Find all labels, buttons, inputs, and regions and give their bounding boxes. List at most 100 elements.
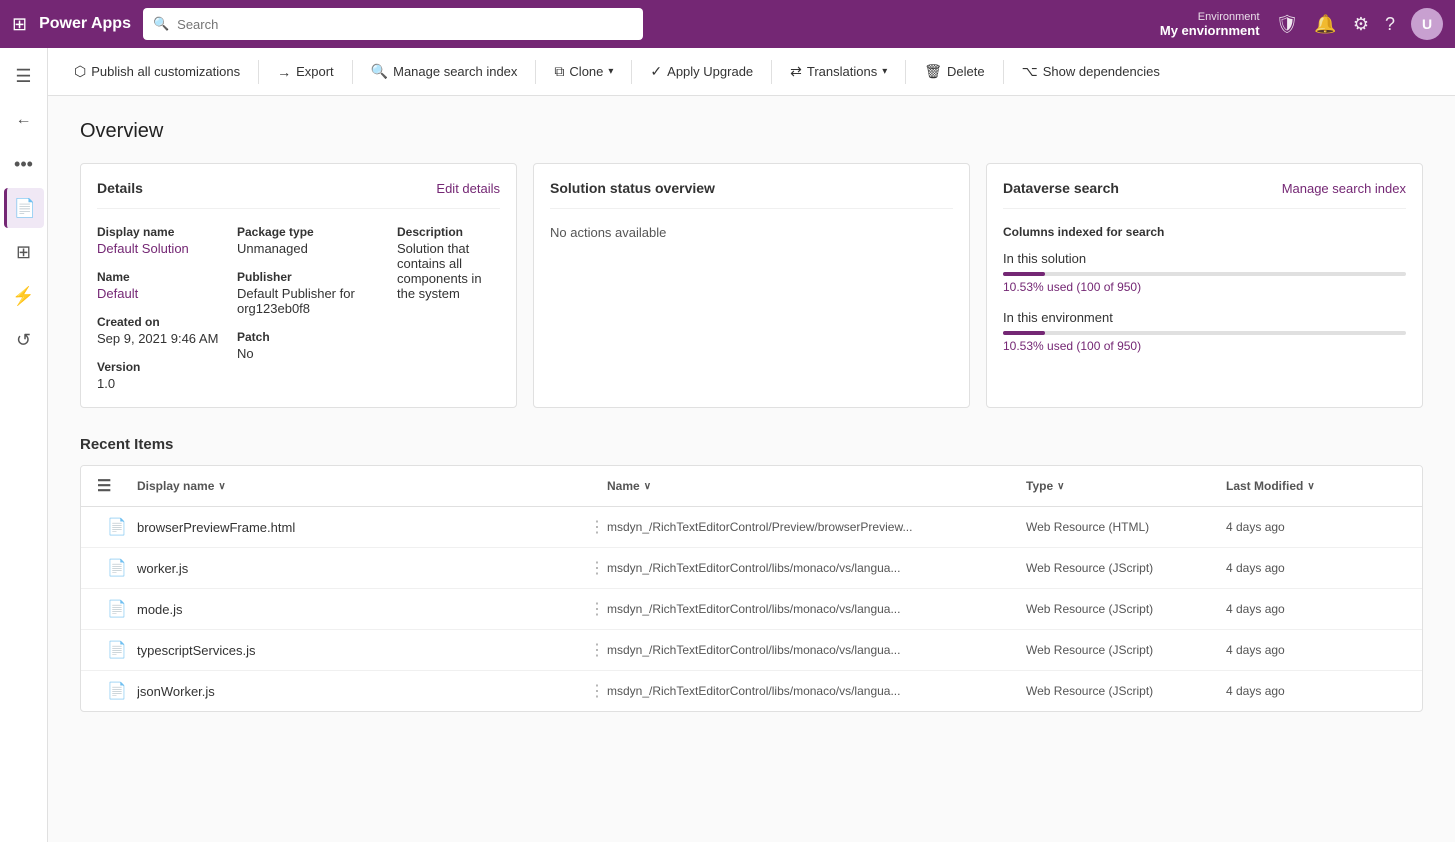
show-dependencies-button[interactable]: ⌥ Show dependencies xyxy=(1012,57,1170,86)
row-name: msdyn_/RichTextEditorControl/libs/monaco… xyxy=(607,643,1026,657)
publisher-label: Publisher xyxy=(237,270,397,284)
dataverse-search-title: Dataverse search xyxy=(1003,180,1119,196)
toolbar-separator-1 xyxy=(258,60,259,84)
created-on-value: Sep 9, 2021 9:46 AM xyxy=(97,331,237,346)
row-file-icon: 📄 xyxy=(97,517,137,537)
row-more-options[interactable]: ⋮ xyxy=(587,558,607,578)
publisher-group: Publisher Default Publisher for org123eb… xyxy=(237,270,397,316)
manage-search-button[interactable]: 🔍 Manage search index xyxy=(361,57,528,86)
col-header-name[interactable]: Name ∨ xyxy=(607,476,1026,496)
apply-upgrade-button[interactable]: ✓ Apply Upgrade xyxy=(640,57,763,86)
row-display-name[interactable]: typescriptServices.js xyxy=(137,643,587,658)
avatar[interactable]: U xyxy=(1411,8,1443,40)
col-header-last-modified[interactable]: Last Modified ∨ xyxy=(1226,476,1406,496)
details-col-3: Description Solution that contains all c… xyxy=(397,225,500,391)
display-name-value[interactable]: Default Solution xyxy=(97,241,237,256)
topbar: ⊞ Power Apps 🔍 Environment My enviornmen… xyxy=(0,0,1455,48)
col-header-display-name[interactable]: Display name ∨ xyxy=(137,476,587,496)
display-name-label: Display name xyxy=(97,225,237,239)
content-area: Overview Details Edit details Display na… xyxy=(48,96,1455,842)
package-type-group: Package type Unmanaged xyxy=(237,225,397,256)
row-name: msdyn_/RichTextEditorControl/Preview/bro… xyxy=(607,520,1026,534)
details-card: Details Edit details Display name Defaul… xyxy=(80,163,517,408)
row-file-icon: 📄 xyxy=(97,681,137,701)
sidebar-item-back[interactable]: ← xyxy=(4,100,44,140)
sidebar-item-data[interactable]: ⚡ xyxy=(4,276,44,316)
name-value[interactable]: Default xyxy=(97,286,237,301)
search-input[interactable] xyxy=(177,17,633,32)
version-value: 1.0 xyxy=(97,376,237,391)
table-row: 📄 worker.js ⋮ msdyn_/RichTextEditorContr… xyxy=(81,548,1422,589)
edit-details-link[interactable]: Edit details xyxy=(436,181,500,196)
recent-items-table: ☰ Display name ∨ Name ∨ Type xyxy=(80,465,1423,712)
in-solution-bar xyxy=(1003,272,1406,276)
display-name-sort-icon: ∨ xyxy=(218,481,225,492)
grid-icon[interactable]: ⊞ xyxy=(12,14,27,35)
row-last-modified: 4 days ago xyxy=(1226,561,1406,575)
publish-button[interactable]: ⬡ Publish all customizations xyxy=(64,57,250,86)
table-row: 📄 typescriptServices.js ⋮ msdyn_/RichTex… xyxy=(81,630,1422,671)
row-display-name[interactable]: mode.js xyxy=(137,602,587,617)
apply-upgrade-icon: ✓ xyxy=(650,63,662,80)
sidebar-item-history[interactable]: ↺ xyxy=(4,320,44,360)
row-name: msdyn_/RichTextEditorControl/libs/monaco… xyxy=(607,684,1026,698)
details-card-title: Details xyxy=(97,180,143,196)
row-file-icon: 📄 xyxy=(97,558,137,578)
toolbar-separator-5 xyxy=(771,60,772,84)
patch-label: Patch xyxy=(237,330,397,344)
delete-button[interactable]: 🗑 Delete xyxy=(914,57,994,86)
row-type: Web Resource (JScript) xyxy=(1026,643,1226,657)
publish-icon: ⬡ xyxy=(74,63,86,80)
search-bar[interactable]: 🔍 xyxy=(143,8,643,40)
clone-icon: ⧉ xyxy=(554,63,564,80)
row-type: Web Resource (HTML) xyxy=(1026,520,1226,534)
row-more-options[interactable]: ⋮ xyxy=(587,640,607,660)
environment-name: My enviornment xyxy=(1160,23,1260,38)
row-more-options[interactable]: ⋮ xyxy=(587,599,607,619)
notifications-icon[interactable]: 🔔 xyxy=(1314,14,1336,35)
solution-status-title: Solution status overview xyxy=(550,180,715,196)
row-more-options[interactable]: ⋮ xyxy=(587,681,607,701)
no-actions-text: No actions available xyxy=(550,225,953,240)
toolbar-separator-6 xyxy=(905,60,906,84)
col-header-spacer xyxy=(587,476,607,496)
row-display-name[interactable]: jsonWorker.js xyxy=(137,684,587,699)
row-name: msdyn_/RichTextEditorControl/libs/monaco… xyxy=(607,561,1026,575)
publisher-value: Default Publisher for org123eb0f8 xyxy=(237,286,397,316)
environment-info: Environment My enviornment xyxy=(1160,11,1260,38)
toolbar-separator-7 xyxy=(1003,60,1004,84)
in-environment-section: In this environment 10.53% used (100 of … xyxy=(1003,310,1406,353)
help-icon[interactable]: ? xyxy=(1385,14,1395,35)
environment-icon[interactable]: 🛡 xyxy=(1276,14,1299,35)
in-solution-label: In this solution xyxy=(1003,251,1406,266)
col-header-icon: ☰ xyxy=(97,476,137,496)
sidebar-item-pages[interactable]: 📄 xyxy=(4,188,44,228)
row-more-options[interactable]: ⋮ xyxy=(587,517,607,537)
translations-button[interactable]: ⇄ Translations ▾ xyxy=(780,57,897,86)
toolbar-separator-4 xyxy=(631,60,632,84)
row-display-name[interactable]: worker.js xyxy=(137,561,587,576)
show-dependencies-icon: ⌥ xyxy=(1022,63,1038,80)
settings-icon[interactable]: ⚙ xyxy=(1353,14,1369,35)
col-header-type[interactable]: Type ∨ xyxy=(1026,476,1226,496)
name-sort-icon: ∨ xyxy=(644,481,651,492)
in-solution-section: In this solution 10.53% used (100 of 950… xyxy=(1003,251,1406,294)
recent-items-section: Recent Items ☰ Display name ∨ Name xyxy=(80,436,1423,712)
sidebar-item-more[interactable]: ••• xyxy=(4,144,44,184)
export-button[interactable]: → Export xyxy=(267,58,344,86)
package-type-label: Package type xyxy=(237,225,397,239)
in-environment-percent: 10.53% used (100 of 950) xyxy=(1003,339,1406,353)
table-row: 📄 jsonWorker.js ⋮ msdyn_/RichTextEditorC… xyxy=(81,671,1422,711)
row-display-name[interactable]: browserPreviewFrame.html xyxy=(137,520,587,535)
sidebar-item-menu[interactable]: ☰ xyxy=(4,56,44,96)
manage-search-index-link[interactable]: Manage search index xyxy=(1282,181,1406,196)
clone-button[interactable]: ⧉ Clone ▾ xyxy=(544,57,623,86)
recent-items-title: Recent Items xyxy=(80,436,1423,453)
sidebar-item-solutions[interactable]: ⊞ xyxy=(4,232,44,272)
export-icon: → xyxy=(277,64,291,80)
environment-label: Environment xyxy=(1198,11,1260,23)
toolbar-separator-2 xyxy=(352,60,353,84)
details-card-header: Details Edit details xyxy=(97,180,500,209)
package-type-value: Unmanaged xyxy=(237,241,397,256)
main-area: ⬡ Publish all customizations → Export 🔍 … xyxy=(48,48,1455,842)
